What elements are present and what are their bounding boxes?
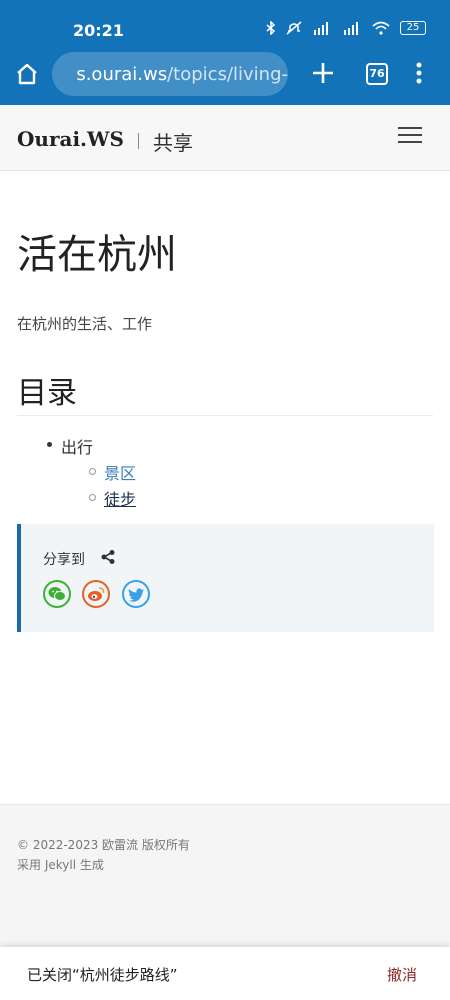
share-label: 分享到 [43, 552, 85, 568]
wechat-icon [48, 587, 66, 601]
url-text: s.ourai.ws/topics/living- [76, 64, 288, 85]
status-icons: 25 [266, 21, 426, 35]
toc-subitem: 徒步 [104, 486, 136, 510]
list-bullet [89, 494, 96, 501]
share-icon [101, 550, 115, 564]
snackbar: 已关闭“杭州徒步路线” 撤消 [0, 947, 450, 1000]
overflow-menu-icon[interactable] [414, 62, 424, 84]
toc-subitem: 景区 [104, 460, 136, 484]
toc-heading: 目录 [17, 376, 77, 411]
list-bullet [47, 442, 52, 447]
share-box: 分享到 [17, 524, 434, 632]
home-icon[interactable] [14, 61, 40, 87]
snackbar-message: 已关闭“杭州徒步路线” [27, 966, 178, 984]
browser-chrome: 20:21 25 s.ourai.ws/topics/living- 76 [0, 0, 450, 105]
list-bullet [89, 468, 96, 475]
page-title: 活在杭州 [17, 232, 177, 278]
wifi-icon [372, 21, 390, 35]
toc-item: 出行 [61, 438, 94, 457]
header-divider [138, 133, 139, 149]
mute-icon [286, 21, 302, 35]
site-title[interactable]: Ourai.WS [17, 127, 124, 151]
toc-link-scenic[interactable]: 景区 [104, 464, 136, 483]
signal-hd-icon [314, 22, 328, 35]
page-footer: © 2022-2023 欧雷流 版权所有 采用 Jekyll 生成 [0, 804, 450, 955]
url-path: /topics/living- [167, 63, 288, 85]
toc-divider [17, 415, 433, 416]
tab-switcher-button[interactable]: 76 [366, 63, 388, 85]
site-header: Ourai.WS 共享 [0, 105, 450, 171]
page-description: 在杭州的生活、工作 [17, 315, 153, 333]
weibo-icon [88, 587, 105, 601]
snackbar-undo-button[interactable]: 撤消 [387, 964, 417, 985]
share-weibo-button[interactable] [82, 580, 110, 608]
battery-icon: 25 [400, 21, 426, 35]
bluetooth-icon [266, 21, 276, 35]
status-time: 20:21 [73, 21, 124, 40]
toc-link-hiking[interactable]: 徒步 [104, 490, 136, 509]
share-twitter-button[interactable] [122, 580, 150, 608]
footer-generator: 采用 Jekyll 生成 [17, 858, 104, 872]
address-bar[interactable]: s.ourai.ws/topics/living- [52, 52, 288, 96]
hamburger-menu-icon[interactable] [398, 127, 422, 147]
site-section[interactable]: 共享 [153, 127, 193, 156]
url-host: s.ourai.ws [76, 63, 168, 85]
twitter-icon [128, 587, 144, 602]
signal-hd-icon [344, 22, 358, 35]
new-tab-icon[interactable] [310, 60, 336, 86]
footer-copyright: © 2022-2023 欧雷流 版权所有 [17, 838, 190, 852]
share-wechat-button[interactable] [43, 580, 71, 608]
